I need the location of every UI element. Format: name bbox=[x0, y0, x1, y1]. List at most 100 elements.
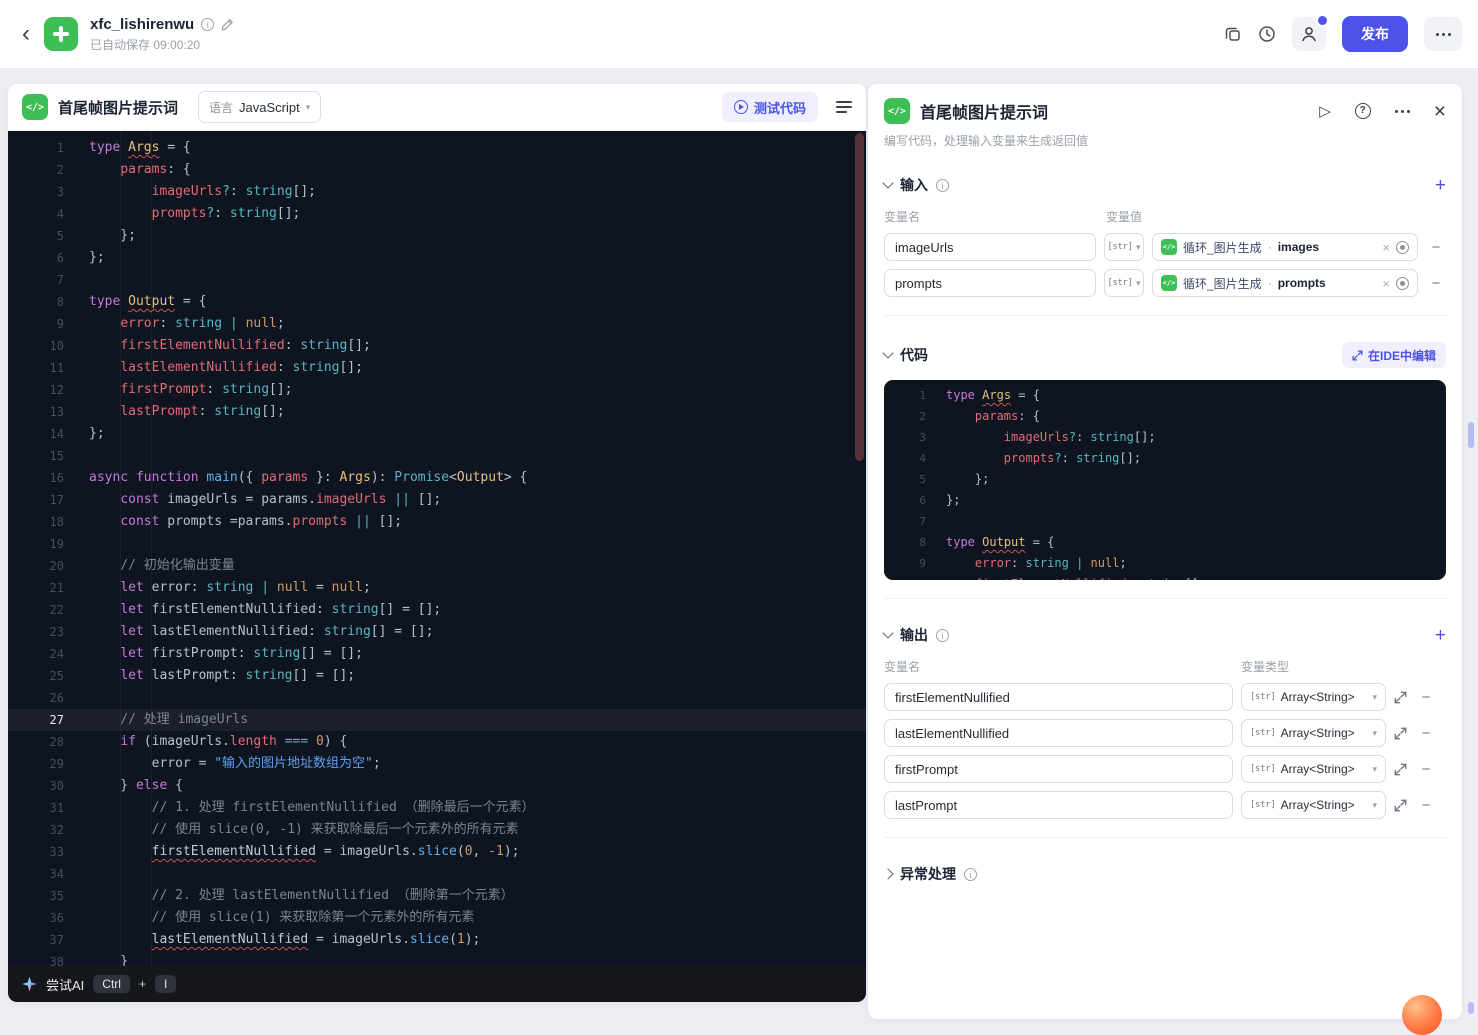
close-icon[interactable]: × bbox=[1434, 101, 1446, 122]
info-icon[interactable]: i bbox=[201, 18, 214, 31]
code-line[interactable]: 7 bbox=[884, 511, 1446, 532]
more-button[interactable] bbox=[1424, 17, 1462, 51]
code-line[interactable]: 8type Output = { bbox=[884, 532, 1446, 553]
code-line[interactable]: 9 error: string | null; bbox=[884, 553, 1446, 574]
code-line[interactable]: 34 bbox=[8, 863, 866, 885]
code-line[interactable]: 1type Args = { bbox=[8, 137, 866, 159]
collaboration-button[interactable] bbox=[1292, 17, 1326, 51]
code-line[interactable]: 1type Args = { bbox=[884, 385, 1446, 406]
code-line[interactable]: 10 firstElementNullified: string[]; bbox=[8, 335, 866, 357]
code-preview[interactable]: 1type Args = {2 params: {3 imageUrls?: s… bbox=[884, 380, 1446, 580]
history-icon[interactable] bbox=[1258, 25, 1276, 43]
code-line[interactable]: 14}; bbox=[8, 423, 866, 445]
output-variable-name-field[interactable] bbox=[884, 755, 1233, 783]
input-value-reference[interactable]: </>循环_图片生成·prompts× bbox=[1152, 269, 1418, 297]
code-line[interactable]: 21 let error: string | null = null; bbox=[8, 577, 866, 599]
expand-icon[interactable] bbox=[1394, 727, 1408, 740]
code-line[interactable]: 32 // 使用 slice(0, -1) 来获取除最后一个元素外的所有元素 bbox=[8, 819, 866, 841]
code-line[interactable]: 7 bbox=[8, 269, 866, 291]
input-variable-name-field[interactable] bbox=[884, 269, 1096, 297]
info-icon[interactable]: i bbox=[936, 629, 949, 642]
ai-assist-bar[interactable]: 尝试AI Ctrl + I bbox=[8, 966, 866, 1002]
code-line[interactable]: 29 error = "输入的图片地址数组为空"; bbox=[8, 753, 866, 775]
code-line[interactable]: 31 // 1. 处理 firstElementNullified （删除最后一… bbox=[8, 797, 866, 819]
code-line[interactable]: 25 let lastPrompt: string[] = []; bbox=[8, 665, 866, 687]
code-line[interactable]: 5 }; bbox=[884, 469, 1446, 490]
input-variable-name-field[interactable] bbox=[884, 233, 1096, 261]
code-line[interactable]: 13 lastPrompt: string[]; bbox=[8, 401, 866, 423]
edit-in-ide-button[interactable]: 在IDE中编辑 bbox=[1342, 342, 1446, 368]
code-line[interactable]: 18 const prompts =params.prompts || []; bbox=[8, 511, 866, 533]
code-line[interactable]: 4 prompts?: string[]; bbox=[8, 203, 866, 225]
output-type-select[interactable]: [str]Array<String>▾ bbox=[1241, 791, 1386, 819]
chevron-down-icon[interactable] bbox=[882, 347, 893, 358]
code-line[interactable]: 8type Output = { bbox=[8, 291, 866, 313]
remove-row-button[interactable]: − bbox=[1416, 725, 1436, 742]
code-line[interactable]: 24 let firstPrompt: string[] = []; bbox=[8, 643, 866, 665]
output-type-select[interactable]: [str]Array<String>▾ bbox=[1241, 719, 1386, 747]
code-line[interactable]: 17 const imageUrls = params.imageUrls ||… bbox=[8, 489, 866, 511]
code-line[interactable]: 16async function main({ params }: Args):… bbox=[8, 467, 866, 489]
code-line[interactable]: 26 bbox=[8, 687, 866, 709]
output-type-select[interactable]: [str]Array<String>▾ bbox=[1241, 683, 1386, 711]
remove-row-button[interactable]: − bbox=[1416, 761, 1436, 778]
output-type-select[interactable]: [str]Array<String>▾ bbox=[1241, 755, 1386, 783]
settings-icon[interactable] bbox=[1396, 277, 1409, 290]
scrollbar-mark[interactable] bbox=[1468, 1002, 1474, 1014]
code-line[interactable]: 20 // 初始化输出变量 bbox=[8, 555, 866, 577]
add-output-button[interactable]: + bbox=[1435, 626, 1446, 645]
code-line[interactable]: 4 prompts?: string[]; bbox=[884, 448, 1446, 469]
code-line[interactable]: 3 imageUrls?: string[]; bbox=[884, 427, 1446, 448]
scrollbar-mark[interactable] bbox=[1468, 422, 1474, 448]
code-line[interactable]: 3 imageUrls?: string[]; bbox=[8, 181, 866, 203]
code-line[interactable]: 30 } else { bbox=[8, 775, 866, 797]
info-icon[interactable]: i bbox=[964, 868, 977, 881]
output-variable-name-field[interactable] bbox=[884, 683, 1233, 711]
output-variable-name-field[interactable] bbox=[884, 719, 1233, 747]
input-value-reference[interactable]: </>循环_图片生成·images× bbox=[1152, 233, 1418, 261]
duplicate-icon[interactable] bbox=[1224, 25, 1242, 43]
code-line[interactable]: 38 } bbox=[8, 951, 866, 966]
code-line[interactable]: 22 let firstElementNullified: string[] =… bbox=[8, 599, 866, 621]
code-line[interactable]: 2 params: { bbox=[884, 406, 1446, 427]
test-code-button[interactable]: 测试代码 bbox=[722, 92, 818, 122]
expand-icon[interactable] bbox=[1394, 799, 1408, 812]
info-icon[interactable]: i bbox=[936, 179, 949, 192]
code-line[interactable]: 9 error: string | null; bbox=[8, 313, 866, 335]
code-line[interactable]: 6}; bbox=[8, 247, 866, 269]
remove-row-button[interactable]: − bbox=[1416, 797, 1436, 814]
code-line[interactable]: 23 let lastElementNullified: string[] = … bbox=[8, 621, 866, 643]
code-editor[interactable]: 1type Args = {2 params: {3 imageUrls?: s… bbox=[8, 131, 866, 966]
edit-icon[interactable] bbox=[221, 18, 234, 31]
code-line[interactable]: 27 // 处理 imageUrls bbox=[8, 709, 866, 731]
remove-row-button[interactable]: − bbox=[1426, 239, 1446, 256]
chevron-down-icon[interactable] bbox=[882, 177, 893, 188]
clear-icon[interactable]: × bbox=[1382, 276, 1390, 291]
expand-icon[interactable] bbox=[1394, 691, 1408, 704]
input-type-select[interactable]: [str]▾ bbox=[1104, 233, 1144, 261]
code-line[interactable]: 28 if (imageUrls.length === 0) { bbox=[8, 731, 866, 753]
code-line[interactable]: 15 bbox=[8, 445, 866, 467]
run-node-icon[interactable]: ▷ bbox=[1319, 104, 1331, 119]
back-icon[interactable]: ‹ bbox=[22, 22, 30, 46]
code-line[interactable]: 36 // 使用 slice(1) 来获取除第一个元素外的所有元素 bbox=[8, 907, 866, 929]
code-line[interactable]: 6}; bbox=[884, 490, 1446, 511]
assistant-mascot[interactable] bbox=[1402, 995, 1442, 1035]
output-variable-name-field[interactable] bbox=[884, 791, 1233, 819]
code-line[interactable]: 5 }; bbox=[8, 225, 866, 247]
publish-button[interactable]: 发布 bbox=[1342, 16, 1408, 52]
editor-scrollbar[interactable] bbox=[855, 133, 864, 461]
menu-icon[interactable] bbox=[836, 101, 852, 113]
clear-icon[interactable]: × bbox=[1382, 240, 1390, 255]
code-line[interactable]: 37 lastElementNullified = imageUrls.slic… bbox=[8, 929, 866, 951]
code-line[interactable]: 19 bbox=[8, 533, 866, 555]
language-select[interactable]: 语言 JavaScript ▾ bbox=[198, 91, 321, 123]
help-icon[interactable]: ? bbox=[1355, 103, 1371, 119]
code-line[interactable]: 35 // 2. 处理 lastElementNullified （删除第一个元… bbox=[8, 885, 866, 907]
input-type-select[interactable]: [str]▾ bbox=[1104, 269, 1144, 297]
more-options-icon[interactable] bbox=[1395, 110, 1410, 113]
remove-row-button[interactable]: − bbox=[1426, 275, 1446, 292]
chevron-down-icon[interactable] bbox=[882, 627, 893, 638]
settings-icon[interactable] bbox=[1396, 241, 1409, 254]
code-line[interactable]: 10 firstElementNullified: string[]; bbox=[884, 574, 1446, 580]
